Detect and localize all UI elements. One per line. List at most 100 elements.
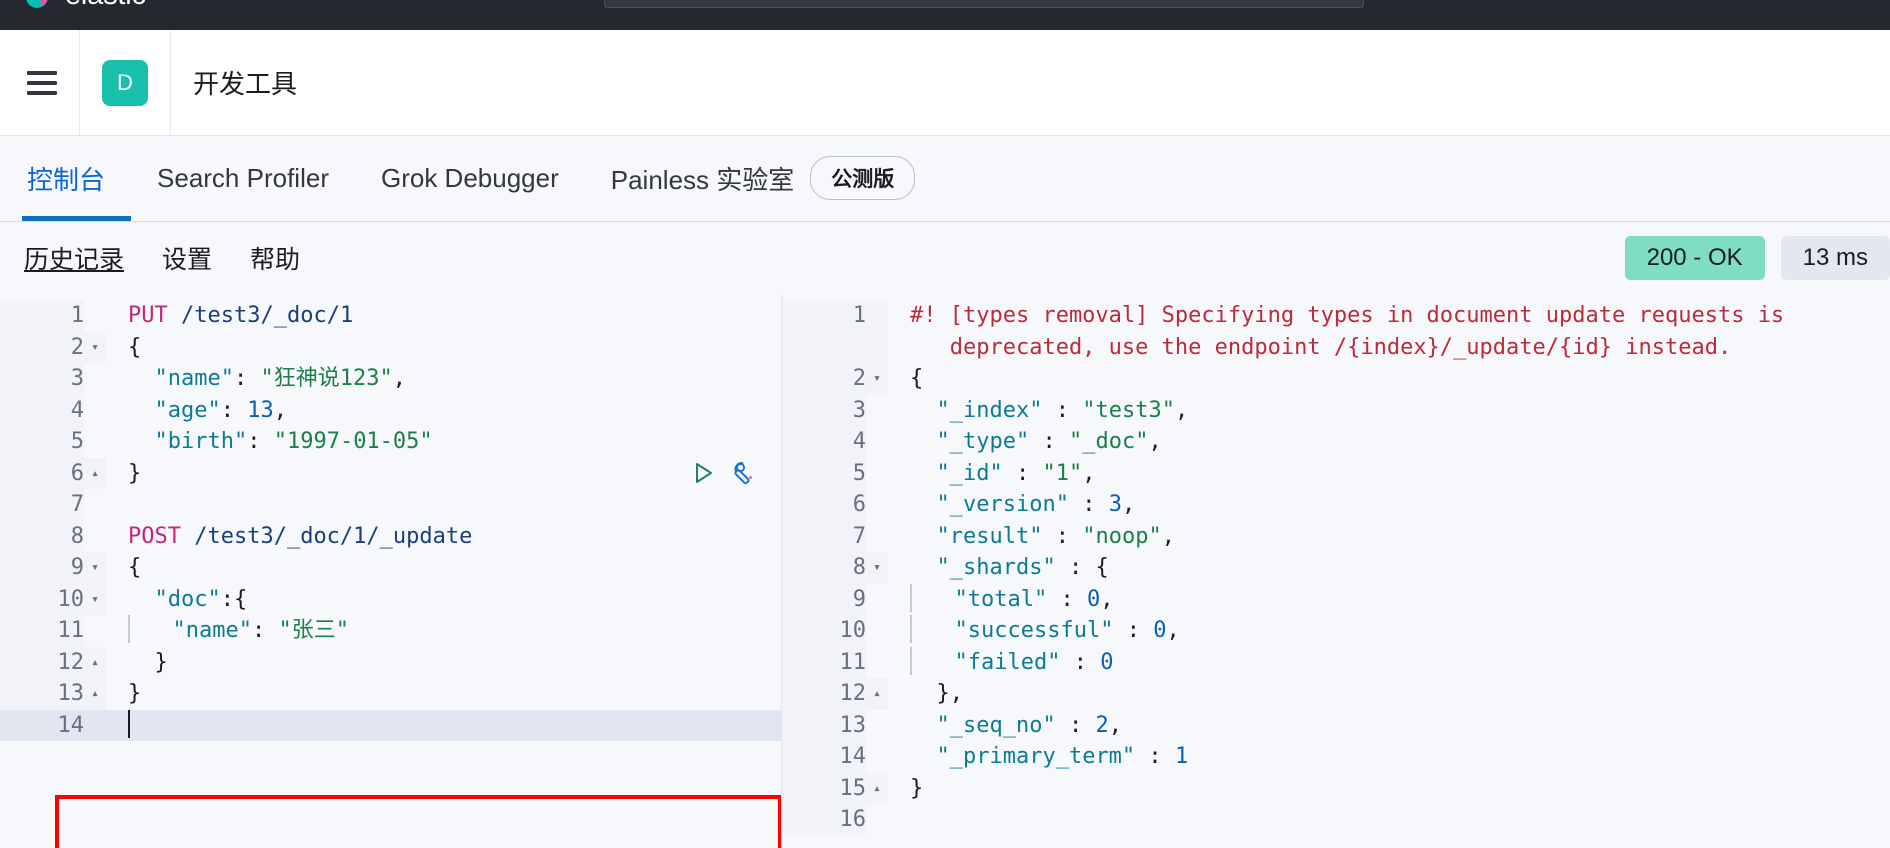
- token-url: /test3/_doc/1: [181, 303, 354, 328]
- code-text: {: [106, 332, 141, 364]
- global-search-placeholder: 搜索 Elastic: [639, 0, 723, 2]
- code-line[interactable]: 12 ▴ },: [782, 678, 1890, 710]
- token-method: PUT: [128, 303, 168, 328]
- code-text: [106, 709, 130, 742]
- code-text: "_index" : "test3",: [888, 395, 1189, 427]
- application-header: D 开发工具: [0, 29, 1890, 136]
- response-time-badge: 13 ms: [1780, 236, 1890, 280]
- code-text: },: [888, 678, 964, 710]
- code-line[interactable]: 1 PUT /test3/_doc/1: [0, 300, 781, 332]
- token-punct: :: [1002, 460, 1043, 486]
- fold-toggle-icon[interactable]: ▴: [84, 678, 106, 710]
- tab-2[interactable]: Grok Debugger: [355, 135, 585, 221]
- wrench-icon[interactable]: [732, 460, 758, 491]
- code-line[interactable]: 8 ▾ "_shards" : {: [782, 552, 1890, 584]
- token-key: "total": [954, 586, 1048, 612]
- code-text: PUT /test3/_doc/1: [106, 300, 353, 332]
- help-link[interactable]: 帮助: [250, 240, 300, 276]
- token-punct: :: [1042, 523, 1083, 549]
- indent-guide: [910, 615, 912, 643]
- code-line[interactable]: 8 POST /test3/_doc/1/_update: [0, 520, 781, 552]
- page-title[interactable]: 开发工具: [193, 64, 297, 101]
- request-editor-code[interactable]: 1 PUT /test3/_doc/1 2 ▾{3 "name": "狂神说123",…: [0, 294, 781, 741]
- token-punct: ,: [1174, 397, 1189, 423]
- request-editor-pane[interactable]: 1 PUT /test3/_doc/1 2 ▾{3 "name": "狂神说123",…: [0, 294, 782, 848]
- code-text: "successful" : 0,: [888, 615, 1180, 647]
- code-line[interactable]: 9 "total" : 0,: [782, 583, 1890, 615]
- response-code: 1 #! [types removal] Specifying types in …: [782, 294, 1890, 836]
- fold-toggle-icon[interactable]: ▾: [84, 331, 106, 363]
- token-punct: ,: [392, 366, 406, 391]
- code-line[interactable]: 13 "_seq_no" : 2,: [782, 709, 1890, 741]
- token-punct: }: [128, 681, 142, 706]
- history-link[interactable]: 历史记录: [24, 240, 124, 276]
- help-circle-icon[interactable]: ?: [1840, 0, 1866, 5]
- code-line[interactable]: 2 ▾ {: [782, 363, 1890, 395]
- global-search-input[interactable]: 搜索 Elastic: [604, 0, 1364, 8]
- code-line[interactable]: 13 ▴}: [0, 678, 781, 710]
- fold-toggle-icon[interactable]: ▾: [84, 552, 106, 584]
- code-line[interactable]: 15 ▴}: [782, 772, 1890, 804]
- token-num: 3: [1108, 492, 1122, 517]
- code-line[interactable]: 9 ▾ {: [0, 552, 781, 584]
- tab-0[interactable]: 控制台: [22, 135, 132, 221]
- code-line[interactable]: 6 "_version" : 3,: [782, 489, 1890, 521]
- line-number: 3: [782, 394, 866, 426]
- fold-toggle-icon[interactable]: ▴: [866, 772, 888, 804]
- token-punct: :: [220, 397, 248, 423]
- response-pane[interactable]: 1 #! [types removal] Specifying types in …: [782, 294, 1890, 848]
- fold-toggle-icon[interactable]: ▴: [84, 646, 106, 678]
- code-line[interactable]: 11 "name": "张三": [0, 615, 781, 647]
- code-line[interactable]: 7: [0, 489, 781, 521]
- code-line[interactable]: 11 "failed" : 0: [782, 646, 1890, 678]
- code-line[interactable]: 1 #! [types removal] Specifying types in …: [782, 300, 1890, 363]
- space-avatar[interactable]: D: [102, 59, 148, 106]
- code-line[interactable]: 6 ▴}: [0, 457, 781, 489]
- code-line[interactable]: 10 "successful" : 0,: [782, 615, 1890, 647]
- code-line[interactable]: 10 ▾ "doc":{: [0, 583, 781, 615]
- code-text: "result" : "noop",: [888, 521, 1175, 553]
- code-line[interactable]: 14 "_primary_term" : 1: [782, 741, 1890, 773]
- code-line[interactable]: 5 "_id" : "1",: [782, 457, 1890, 489]
- code-line[interactable]: 16: [782, 804, 1890, 836]
- code-line[interactable]: 3 "_index" : "test3",: [782, 394, 1890, 427]
- code-line[interactable]: 4 "_type" : "_doc",: [782, 426, 1890, 458]
- elastic-logo[interactable]: elastic: [22, 0, 146, 12]
- beta-badge: 公测版: [810, 156, 916, 200]
- code-line[interactable]: 3 "name": "狂神说123",: [0, 363, 781, 395]
- hamburger-menu-icon[interactable]: [27, 70, 57, 95]
- fold-toggle-icon[interactable]: ▴: [866, 678, 888, 710]
- fold-toggle-icon[interactable]: ▾: [866, 363, 888, 395]
- code-line[interactable]: 4 "age": 13,: [0, 394, 781, 426]
- tab-1[interactable]: Search Profiler: [131, 135, 355, 221]
- tab-3[interactable]: Painless 实验室 公测版: [585, 135, 942, 221]
- token-punct: :: [1135, 744, 1175, 769]
- token-key: "_seq_no": [936, 712, 1056, 738]
- fold-toggle-icon[interactable]: ▾: [866, 552, 888, 584]
- code-line[interactable]: 7 "result" : "noop",: [782, 520, 1890, 553]
- line-number: 4: [782, 426, 866, 458]
- token-punct: ,: [1161, 523, 1175, 549]
- play-triangle-icon[interactable]: [690, 460, 716, 491]
- code-line[interactable]: 5 "birth": "1997-01-05": [0, 426, 781, 458]
- code-text: }: [106, 647, 168, 679]
- fold-toggle-icon[interactable]: ▾: [84, 583, 106, 615]
- code-line[interactable]: 12 ▴ }: [0, 646, 781, 679]
- fold-toggle-icon[interactable]: ▴: [84, 457, 106, 489]
- token-method: POST: [128, 523, 181, 549]
- line-number: 6: [0, 457, 84, 489]
- token-key: "age": [154, 397, 221, 423]
- code-line[interactable]: 2 ▾ {: [0, 331, 781, 364]
- settings-link[interactable]: 设置: [162, 240, 212, 276]
- elastic-logo-icon: [22, 0, 56, 12]
- code-line[interactable]: 14: [0, 709, 781, 742]
- token-punct: {: [910, 366, 924, 391]
- token-punct: :: [1068, 492, 1109, 517]
